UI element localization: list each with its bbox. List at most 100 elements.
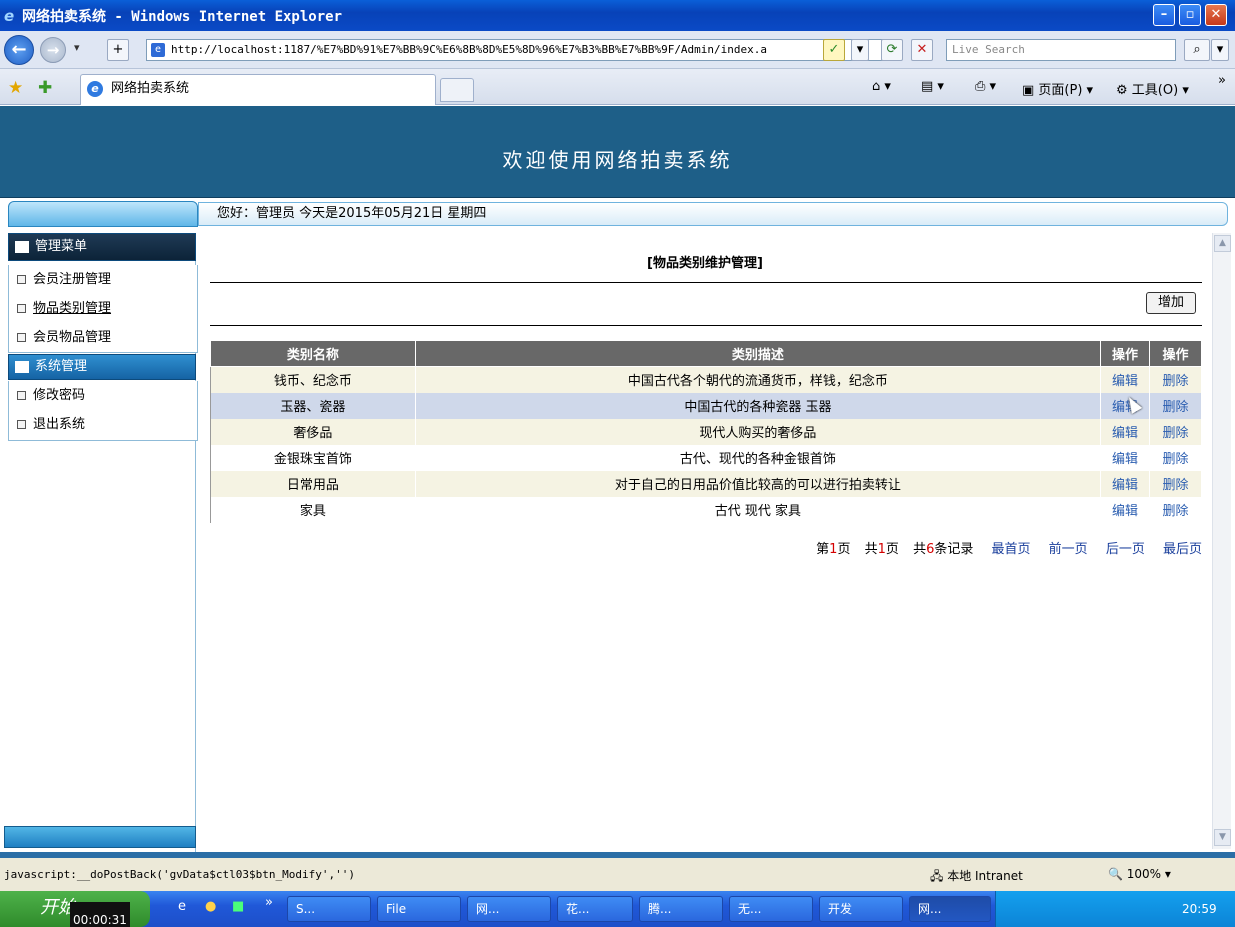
search-icon[interactable]: ⌕ — [1184, 39, 1210, 61]
search-input[interactable]: Live Search — [946, 39, 1176, 61]
add-favorites-icon[interactable]: ✚ — [38, 78, 52, 98]
print-icon[interactable]: ⎙ ▾ — [975, 79, 996, 94]
maximize-button[interactable]: ▫ — [1179, 4, 1201, 26]
column-header: 操作 — [1149, 340, 1202, 367]
manage-menu-list: 会员注册管理 物品类别管理 会员物品管理 — [8, 265, 198, 353]
category-desc: 古代 现代 家具 — [415, 496, 1102, 523]
category-name: 家具 — [210, 496, 416, 523]
category-desc: 中国古代各个朝代的流通货币，样钱，纪念币 — [415, 366, 1102, 393]
taskbar-button[interactable]: S... — [287, 896, 371, 922]
edit-link[interactable]: 编辑 — [1100, 392, 1151, 419]
page-bullet-icon — [17, 304, 26, 313]
column-header: 类别描述 — [414, 340, 1102, 367]
delete-link[interactable]: 删除 — [1149, 470, 1202, 497]
forward-button[interactable]: → — [40, 37, 66, 63]
more-commands-icon[interactable]: » — [1218, 73, 1226, 88]
delete-link[interactable]: 删除 — [1149, 444, 1202, 471]
page-bullet-icon — [17, 333, 26, 342]
quick-launch-more-icon[interactable]: » — [265, 895, 273, 910]
last-page-link[interactable]: 最后页 — [1163, 542, 1202, 557]
edit-link[interactable]: 编辑 — [1100, 496, 1151, 523]
sidebar-item-change-password[interactable]: 修改密码 — [9, 381, 197, 410]
recording-timer: 00:00:31 — [70, 902, 130, 927]
taskbar-button[interactable]: 花... — [557, 896, 633, 922]
page-indicator: 第1页 — [816, 542, 851, 557]
edit-link[interactable]: 编辑 — [1100, 418, 1151, 445]
menu-list-icon — [15, 361, 29, 373]
prev-page-link[interactable]: 前一页 — [1049, 542, 1088, 557]
sidebar-item-logout[interactable]: 退出系统 — [9, 410, 197, 439]
divider — [210, 325, 1202, 326]
category-desc: 中国古代的各种瓷器 玉器 — [415, 392, 1102, 419]
refresh-icon[interactable]: ⟳ — [881, 39, 903, 61]
taskbar-button[interactable]: 开发 — [819, 896, 903, 922]
add-button[interactable]: 增加 — [1146, 292, 1196, 314]
feeds-icon[interactable]: ▤ ▾ — [921, 79, 944, 94]
edit-link[interactable]: 编辑 — [1100, 444, 1151, 471]
table-row: 日常用品 对于自己的日用品价值比较高的可以进行拍卖转让 编辑 删除 — [210, 470, 1202, 497]
sidebar-bottom-bar — [4, 826, 196, 848]
taskbar-button[interactable]: File — [377, 896, 461, 922]
taskbar-button[interactable]: 无... — [729, 896, 813, 922]
scroll-down-icon[interactable]: ▼ — [1214, 829, 1231, 846]
search-options-icon[interactable]: ▾ — [1211, 39, 1229, 61]
category-name: 奢侈品 — [210, 418, 416, 445]
back-button[interactable]: ← — [4, 35, 34, 65]
category-name: 玉器、瓷器 — [210, 392, 416, 419]
total-pages: 共1页 — [864, 542, 899, 557]
menu-grid-icon — [15, 241, 29, 253]
manage-menu-header[interactable]: 管理菜单 — [8, 233, 196, 261]
table-row: 金银珠宝首饰 古代、现代的各种金银首饰 编辑 删除 — [210, 444, 1202, 471]
taskbar-button[interactable]: 腾... — [639, 896, 723, 922]
first-page-link[interactable]: 最首页 — [992, 542, 1031, 557]
add-favorite-icon[interactable]: + — [107, 39, 129, 61]
taskbar-button[interactable]: 网... — [467, 896, 551, 922]
category-name: 金银珠宝首饰 — [210, 444, 416, 471]
delete-link[interactable]: 删除 — [1149, 366, 1202, 393]
history-dropdown-icon[interactable]: ▾ — [74, 41, 80, 54]
vertical-scrollbar[interactable]: ▲ ▼ — [1212, 233, 1231, 849]
pager: 第1页 共1页 共6条记录 最首页 前一页 后一页 最后页 — [796, 538, 1202, 557]
edit-link[interactable]: 编辑 — [1100, 470, 1151, 497]
status-text: javascript:__doPostBack('gvData$ctl03$bt… — [4, 868, 355, 881]
new-tab-button[interactable] — [440, 78, 474, 102]
delete-link[interactable]: 删除 — [1149, 392, 1202, 419]
taskbar: 开始 00:00:31 e ● ■ » S... File 网... 花... … — [0, 891, 1235, 927]
tab-current[interactable]: e 网络拍卖系统 — [80, 74, 436, 105]
compatibility-icon[interactable]: ✓ — [823, 39, 845, 61]
delete-link[interactable]: 删除 — [1149, 418, 1202, 445]
address-dropdown-icon[interactable]: ▾ — [851, 39, 869, 61]
quick-launch-ie-icon[interactable]: e — [178, 899, 186, 914]
sidebar-top-cap — [8, 201, 198, 227]
sidebar-item-category[interactable]: 物品类别管理 — [9, 294, 197, 323]
system-menu-list: 修改密码 退出系统 — [8, 381, 198, 441]
quick-launch-icon[interactable]: ■ — [232, 899, 244, 914]
tools-menu[interactable]: ⚙ 工具(O) ▾ — [1116, 79, 1189, 98]
favorites-star-icon[interactable]: ★ — [8, 78, 23, 98]
table-row: 钱币、纪念币 中国古代各个朝代的流通货币，样钱，纪念币 编辑 删除 — [210, 366, 1202, 393]
delete-link[interactable]: 删除 — [1149, 496, 1202, 523]
taskbar-button-active[interactable]: 网... — [909, 896, 991, 922]
quick-launch-icon[interactable]: ● — [205, 899, 216, 914]
close-button[interactable]: ✕ — [1205, 4, 1227, 26]
page-bullet-icon — [17, 275, 26, 284]
page-menu[interactable]: ▣ 页面(P) ▾ — [1022, 79, 1093, 98]
ie-logo-icon: e — [4, 7, 15, 25]
system-menu-header[interactable]: 系统管理 — [8, 354, 196, 380]
window-title: 网络拍卖系统 - Windows Internet Explorer — [22, 9, 343, 25]
clock: 20:59 — [1182, 902, 1217, 916]
start-button[interactable]: 开始 00:00:31 — [0, 891, 150, 927]
stop-icon[interactable]: ✕ — [911, 39, 933, 61]
minimize-button[interactable]: – — [1153, 4, 1175, 26]
table-row: 家具 古代 现代 家具 编辑 删除 — [210, 496, 1202, 523]
scroll-up-icon[interactable]: ▲ — [1214, 235, 1231, 252]
zoom-level[interactable]: 🔍 100% ▾ — [1108, 867, 1171, 881]
column-header: 类别名称 — [210, 340, 416, 367]
sidebar-item-member-register[interactable]: 会员注册管理 — [9, 265, 197, 294]
edit-link[interactable]: 编辑 — [1100, 366, 1151, 393]
sidebar: 管理菜单 会员注册管理 物品类别管理 会员物品管理 系统管理 修改密码 退出系统 — [4, 233, 198, 853]
next-page-link[interactable]: 后一页 — [1106, 542, 1145, 557]
sidebar-item-member-goods[interactable]: 会员物品管理 — [9, 323, 197, 352]
home-icon[interactable]: ⌂ ▾ — [872, 79, 891, 94]
address-input[interactable]: e http://localhost:1187/%E7%BD%91%E7%BB%… — [146, 39, 886, 61]
